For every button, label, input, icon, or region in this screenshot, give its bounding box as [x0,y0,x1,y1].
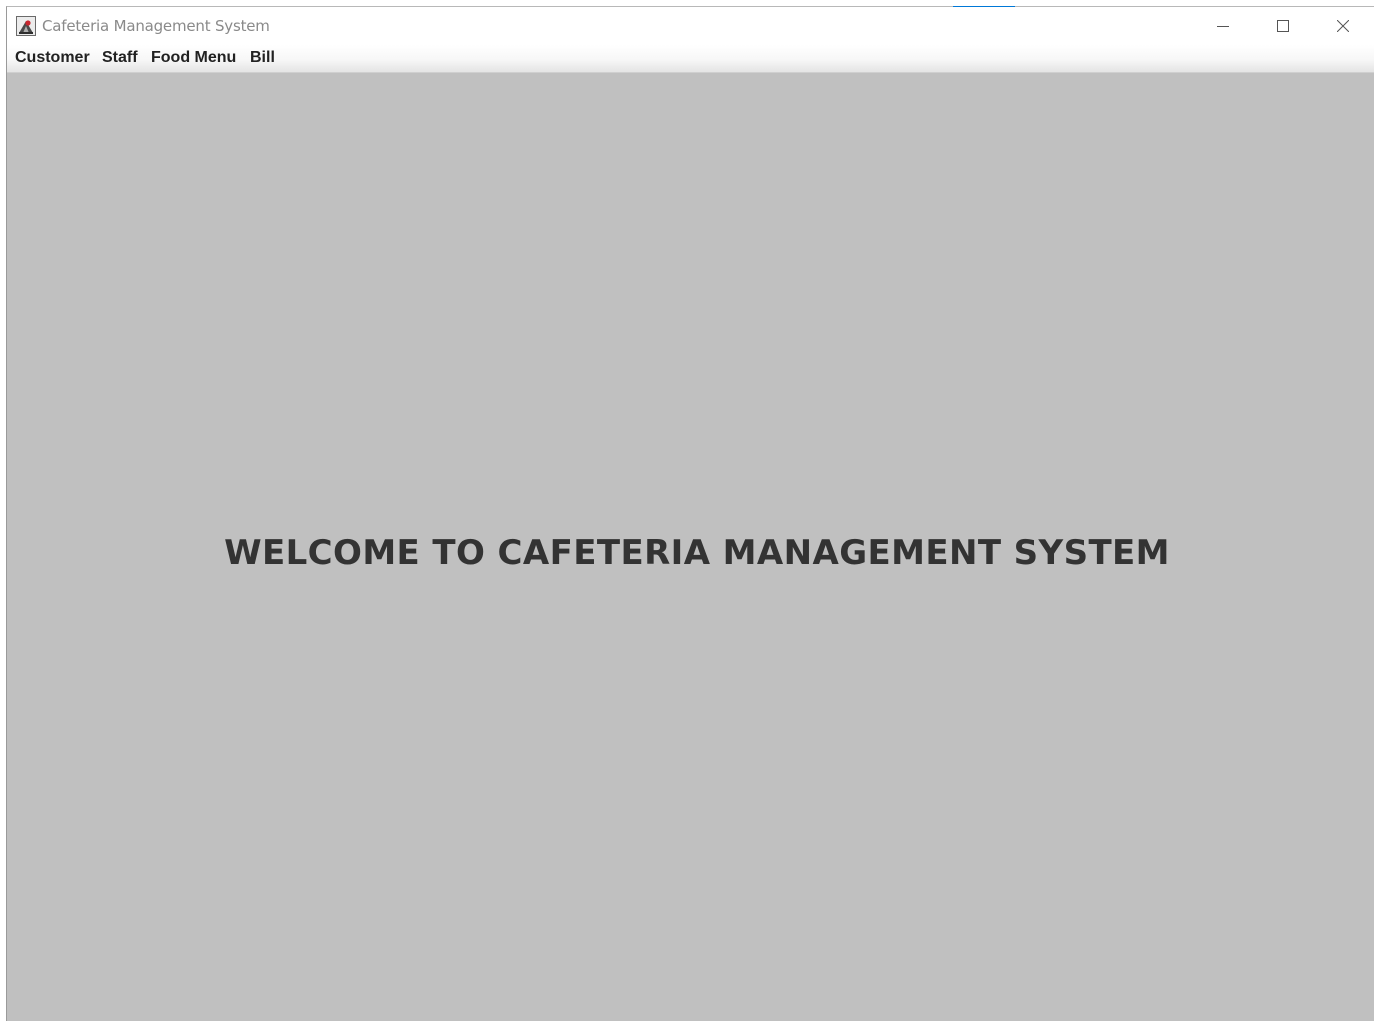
maximize-icon [1277,17,1289,36]
menu-customer[interactable]: Customer [15,49,90,67]
menu-food-menu[interactable]: Food Menu [151,49,236,67]
menu-staff[interactable]: Staff [102,49,138,67]
minimize-icon [1217,17,1229,36]
close-button[interactable] [1320,7,1366,45]
minimize-button[interactable] [1200,7,1246,45]
main-content-panel: WELCOME TO CAFETERIA MANAGEMENT SYSTEM [7,73,1374,1021]
menu-bar: Customer Staff Food Menu Bill [7,45,1374,73]
app-window: Cafeteria Management System Customer Sta… [6,6,1374,1021]
title-bar[interactable]: Cafeteria Management System [7,7,1374,45]
close-icon [1336,17,1350,36]
menu-bill[interactable]: Bill [250,49,275,67]
welcome-heading: WELCOME TO CAFETERIA MANAGEMENT SYSTEM [224,533,1170,573]
java-app-icon [16,16,36,36]
maximize-button[interactable] [1260,7,1306,45]
window-title: Cafeteria Management System [42,17,270,35]
